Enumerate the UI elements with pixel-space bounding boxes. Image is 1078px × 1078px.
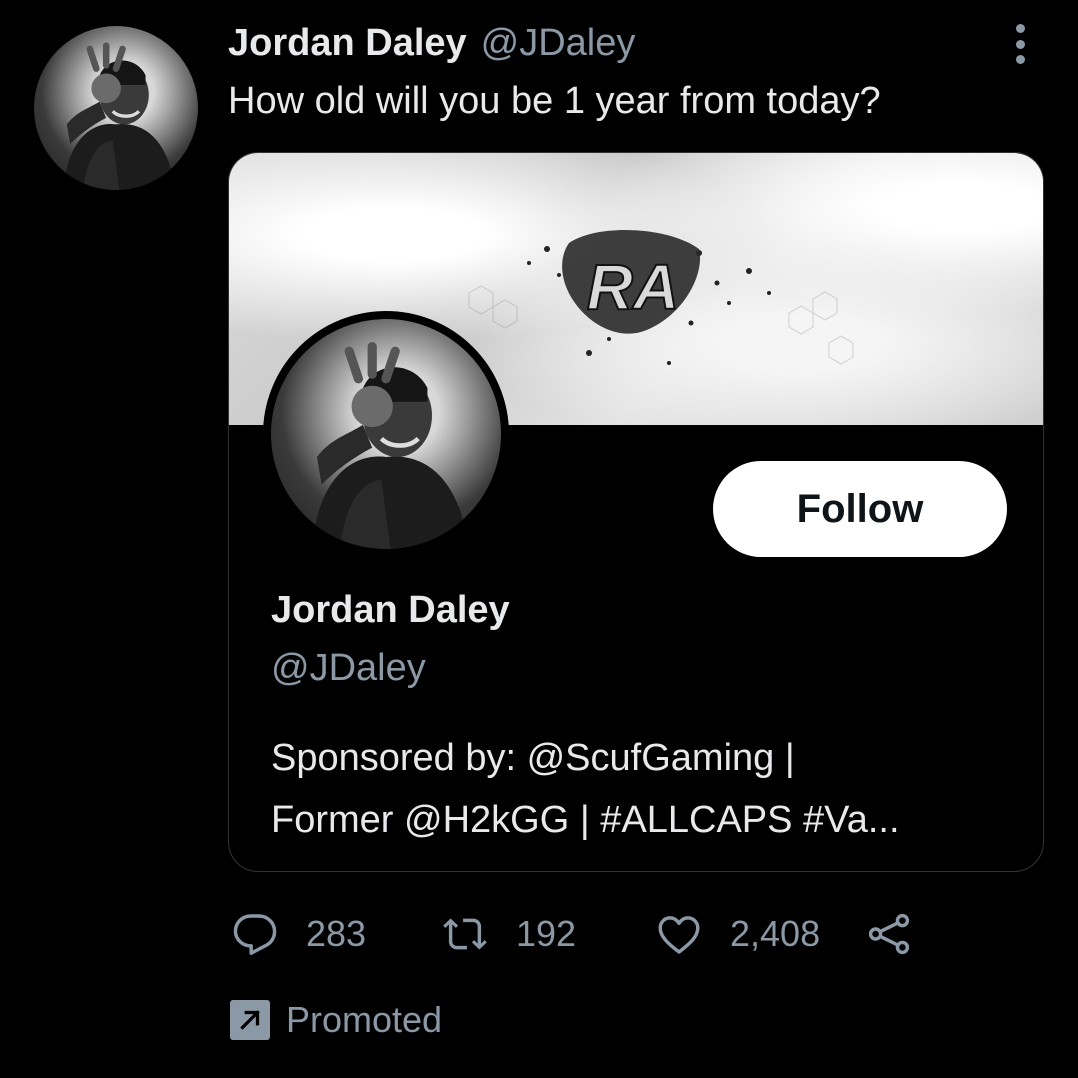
reply-count: 283 bbox=[306, 913, 367, 954]
card-handle[interactable]: @JDaley bbox=[271, 647, 426, 690]
promoted-arrow-icon bbox=[230, 1000, 270, 1040]
reply-button[interactable]: 283 bbox=[232, 906, 366, 962]
follow-button[interactable]: Follow bbox=[713, 461, 1007, 557]
retweet-icon bbox=[443, 918, 487, 950]
tweet[interactable]: Jordan Daley @JDaley How old will you be… bbox=[0, 0, 1078, 1078]
reply-bubble-icon bbox=[233, 914, 277, 955]
more-vertical-icon[interactable] bbox=[1006, 22, 1034, 66]
avatar-photo bbox=[312, 342, 469, 549]
retweet-count: 192 bbox=[516, 913, 577, 954]
like-count: 2,408 bbox=[730, 913, 821, 954]
card-display-name[interactable]: Jordan Daley bbox=[271, 589, 510, 632]
profile-card[interactable]: RA Follow Jordan Daley @JDaley Sponsored… bbox=[228, 152, 1044, 872]
author-handle[interactable]: @JDaley bbox=[481, 22, 636, 65]
card-bio-line: Former @H2kGG | #ALLCAPS #Va... bbox=[271, 799, 900, 841]
author-avatar[interactable] bbox=[34, 26, 198, 190]
share-button[interactable] bbox=[866, 906, 912, 962]
like-button[interactable]: 2,408 bbox=[656, 906, 820, 962]
tweet-actions: 283 192 2,408 bbox=[232, 906, 932, 962]
avatar-photo bbox=[63, 42, 176, 190]
profile-avatar[interactable] bbox=[263, 311, 509, 557]
svg-text:RA: RA bbox=[587, 251, 679, 323]
tweet-text: How old will you be 1 year from today? bbox=[228, 80, 881, 122]
promoted-tag[interactable]: Promoted bbox=[230, 996, 442, 1044]
share-icon bbox=[868, 913, 910, 955]
promoted-label: Promoted bbox=[286, 999, 443, 1040]
author-name[interactable]: Jordan Daley bbox=[228, 22, 467, 65]
heart-icon bbox=[658, 916, 700, 954]
tweet-header: Jordan Daley @JDaley bbox=[228, 22, 635, 70]
retweet-button[interactable]: 192 bbox=[442, 906, 576, 962]
card-bio-line: Sponsored by: @ScufGaming | bbox=[271, 737, 795, 779]
card-bio: Sponsored by: @ScufGaming | Former @H2kG… bbox=[271, 727, 1011, 851]
